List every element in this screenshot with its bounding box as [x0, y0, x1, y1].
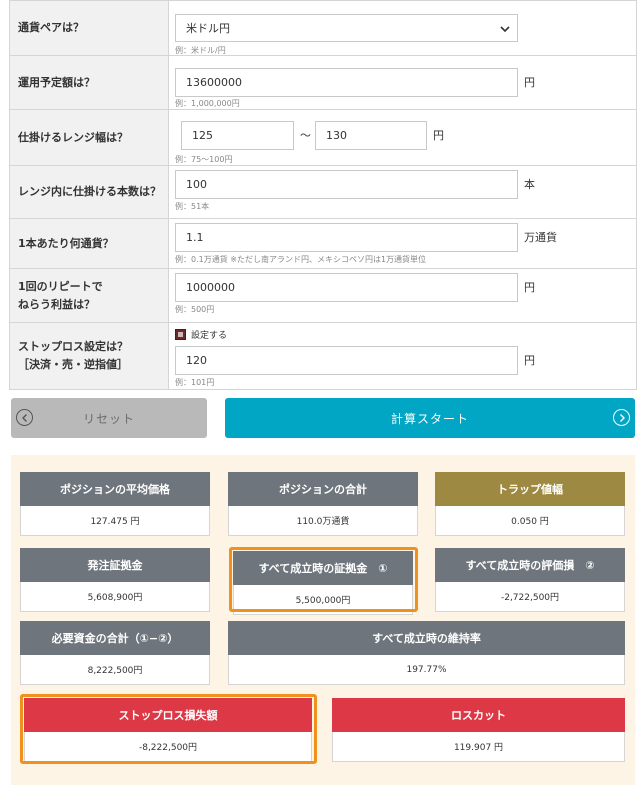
simulation-form: 通貨ペアは？ 米ドル円 例：米ドル/円 運用予定額は？ 13600000 円 例… — [9, 0, 637, 390]
maintenance-rate-value: 197.77% — [228, 655, 625, 685]
all-fill-loss-label: すべて成立時の評価損 ② — [435, 548, 625, 582]
highlight-frame — [229, 547, 418, 612]
result-required-funds: 必要資金の合計（①−②） 8,222,500円 — [20, 621, 210, 685]
count-input[interactable]: 100 — [175, 170, 518, 199]
row-count: レンジ内に仕掛ける本数は？ 100 本 例：51本 — [10, 165, 636, 218]
lot-input[interactable]: 1.1 — [175, 223, 518, 252]
amount-label: 運用予定額は？ — [10, 56, 169, 109]
avg-price-value: 127.475 円 — [20, 506, 210, 536]
profit-unit: 円 — [524, 281, 535, 294]
stoploss-example: 例：101円 — [175, 378, 215, 387]
stoploss-label: ストップロス設定は？ ［決済・売・逆指値］ — [10, 323, 169, 389]
profit-example: 例：500円 — [175, 305, 215, 314]
trap-width-label: トラップ値幅 — [435, 472, 625, 506]
currency-pair-select[interactable]: 米ドル円 — [175, 14, 518, 42]
stoploss-checkbox-label: 設定する — [191, 331, 228, 341]
row-stoploss: ストップロス設定は？ ［決済・売・逆指値］ 設定する 120 円 例：101円 — [10, 322, 636, 389]
results-panel: ポジションの平均価格 127.475 円 ポジションの合計 110.0万通貨 ト… — [11, 455, 635, 785]
stoploss-input[interactable]: 120 — [175, 346, 518, 375]
result-avg-price: ポジションの平均価格 127.475 円 — [20, 472, 210, 536]
order-margin-value: 5,608,900円 — [20, 582, 210, 612]
calculate-button-label: 計算スタート — [390, 411, 469, 426]
position-total-value: 110.0万通貨 — [228, 506, 418, 536]
result-trap-width: トラップ値幅 0.050 円 — [435, 472, 625, 536]
checkbox-checked-icon — [175, 329, 186, 340]
range-from-input[interactable]: 125 — [181, 121, 294, 150]
stoploss-label-line1: ストップロス設定は？ — [18, 340, 128, 353]
result-position-total: ポジションの合計 110.0万通貨 — [228, 472, 418, 536]
profit-label: 1回のリピートで ねらう利益は？ — [10, 269, 169, 322]
chevron-left-circle-icon — [16, 409, 33, 426]
amount-unit: 円 — [524, 76, 535, 89]
required-funds-value: 8,222,500円 — [20, 655, 210, 685]
range-tilde: 〜 — [300, 129, 311, 142]
profit-input[interactable]: 1000000 — [175, 273, 518, 302]
result-maintenance-rate: すべて成立時の維持率 197.77% — [228, 621, 625, 685]
range-to-input[interactable]: 130 — [315, 121, 427, 150]
range-example: 例：75〜100円 — [175, 155, 233, 164]
position-total-label: ポジションの合計 — [228, 472, 418, 506]
row-currency-pair: 通貨ペアは？ 米ドル円 例：米ドル/円 — [10, 0, 636, 55]
currency-pair-example: 例：米ドル/円 — [175, 46, 226, 55]
row-range: 仕掛けるレンジ幅は？ 125 〜 130 円 例：75〜100円 — [10, 109, 636, 165]
amount-input[interactable]: 13600000 — [175, 68, 518, 97]
calculate-button[interactable]: 計算スタート — [225, 398, 635, 438]
lot-example: 例：0.1万通貨 ※ただし南アランド円、メキシコペソ円は1万通貨単位 — [175, 255, 427, 264]
count-example: 例：51本 — [175, 202, 210, 211]
count-unit: 本 — [524, 178, 535, 191]
row-profit: 1回のリピートで ねらう利益は？ 1000000 円 例：500円 — [10, 268, 636, 322]
reset-button[interactable]: リセット — [11, 398, 207, 438]
stoploss-checkbox[interactable]: 設定する — [175, 328, 227, 341]
profit-label-line1: 1回のリピートで — [18, 279, 103, 293]
maintenance-rate-label: すべて成立時の維持率 — [228, 621, 625, 655]
profit-label-line2: ねらう利益は？ — [18, 297, 95, 311]
order-margin-label: 発注証拠金 — [20, 548, 210, 582]
result-order-margin: 発注証拠金 5,608,900円 — [20, 548, 210, 612]
lot-label: 1本あたり何通貨？ — [10, 219, 169, 268]
currency-pair-value: 米ドル円 — [186, 22, 230, 35]
losscut-value: 119.907 円 — [332, 732, 625, 762]
amount-example: 例：1,000,000円 — [175, 99, 240, 108]
row-amount: 運用予定額は？ 13600000 円 例：1,000,000円 — [10, 55, 636, 109]
reset-button-label: リセット — [82, 411, 135, 426]
range-unit: 円 — [433, 129, 444, 142]
trap-width-value: 0.050 円 — [435, 506, 625, 536]
stoploss-unit: 円 — [524, 354, 535, 367]
count-label: レンジ内に仕掛ける本数は？ — [10, 166, 169, 218]
chevron-down-icon — [500, 26, 510, 33]
losscut-label: ロスカット — [332, 698, 625, 732]
highlight-frame — [20, 694, 317, 764]
chevron-right-circle-icon — [613, 409, 630, 426]
lot-unit: 万通貨 — [524, 231, 557, 244]
range-label: 仕掛けるレンジ幅は？ — [10, 110, 169, 165]
row-lot: 1本あたり何通貨？ 1.1 万通貨 例：0.1万通貨 ※ただし南アランド円、メキ… — [10, 218, 636, 268]
all-fill-loss-value: -2,722,500円 — [435, 582, 625, 612]
required-funds-label: 必要資金の合計（①−②） — [20, 621, 210, 655]
result-losscut: ロスカット 119.907 円 — [332, 698, 625, 762]
stoploss-label-line2: ［決済・売・逆指値］ — [18, 358, 128, 371]
currency-pair-label: 通貨ペアは？ — [10, 1, 169, 55]
result-all-fill-loss: すべて成立時の評価損 ② -2,722,500円 — [435, 548, 625, 612]
avg-price-label: ポジションの平均価格 — [20, 472, 210, 506]
